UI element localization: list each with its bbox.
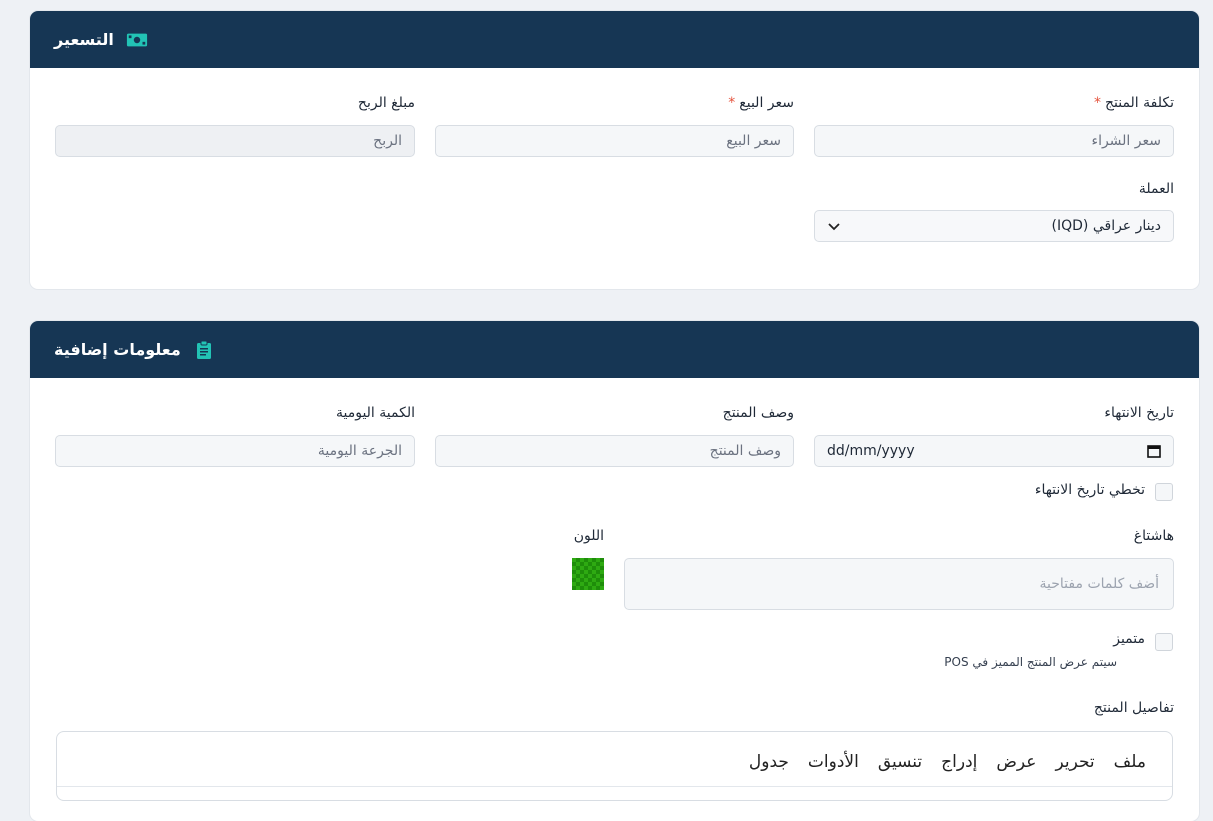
description-label: وصف المنتج — [722, 405, 794, 421]
menu-edit[interactable]: تحرير — [1055, 752, 1094, 772]
featured-label: متميز — [1113, 631, 1145, 647]
color-swatch[interactable] — [572, 558, 604, 590]
featured-hint: سيتم عرض المنتج المميز في POS — [944, 655, 1117, 669]
clipboard-icon — [193, 339, 215, 361]
daily-quantity-label: الكمية اليومية — [335, 405, 415, 421]
sell-label: سعر البيع* — [728, 95, 794, 111]
extra-title: معلومات إضافية — [54, 340, 181, 359]
skip-expiry-label: تخطي تاريخ الانتهاء — [1034, 482, 1145, 498]
hashtag-label: هاشتاغ — [1133, 528, 1174, 544]
profit-input: الربح — [55, 125, 415, 157]
cost-label: تكلفة المنتج* — [1093, 95, 1174, 111]
skip-expiry-checkbox[interactable] — [1155, 483, 1173, 501]
currency-label: العملة — [1138, 181, 1174, 197]
editor-menubar: ملف تحرير عرض إدراج تنسيق الأدوات جدول — [749, 752, 1146, 772]
expiry-label: تاريخ الانتهاء — [1104, 405, 1174, 421]
profit-label: مبلغ الربح — [357, 95, 415, 111]
menu-tools[interactable]: الأدوات — [808, 752, 859, 772]
description-input[interactable]: وصف المنتج — [435, 435, 794, 467]
menu-insert[interactable]: إدراج — [941, 752, 977, 772]
menu-table[interactable]: جدول — [749, 752, 789, 772]
menu-view[interactable]: عرض — [996, 752, 1036, 772]
menu-format[interactable]: تنسيق — [878, 752, 922, 772]
expiry-date-input[interactable]: dd/mm/yyyy — [814, 435, 1174, 467]
menu-file[interactable]: ملف — [1114, 752, 1146, 772]
rich-text-editor[interactable]: ملف تحرير عرض إدراج تنسيق الأدوات جدول — [56, 731, 1173, 801]
pricing-title: التسعير — [54, 30, 114, 49]
extra-header: معلومات إضافية — [30, 321, 1199, 378]
sell-input[interactable]: سعر البيع — [435, 125, 794, 157]
money-bill-icon — [126, 29, 148, 51]
hashtag-input[interactable]: أضف كلمات مفتاحية — [624, 558, 1174, 610]
calendar-icon[interactable] — [1147, 444, 1161, 458]
daily-quantity-input[interactable]: الجرعة اليومية — [55, 435, 415, 467]
editor-divider — [57, 786, 1172, 787]
chevron-down-icon — [828, 223, 840, 231]
featured-checkbox[interactable] — [1155, 633, 1173, 651]
details-label: تفاصيل المنتج — [1093, 700, 1174, 716]
color-label: اللون — [573, 528, 604, 544]
currency-select[interactable]: دينار عراقي (IQD) — [814, 210, 1174, 242]
cost-input[interactable]: سعر الشراء — [814, 125, 1174, 157]
pricing-header: التسعير — [30, 11, 1199, 68]
